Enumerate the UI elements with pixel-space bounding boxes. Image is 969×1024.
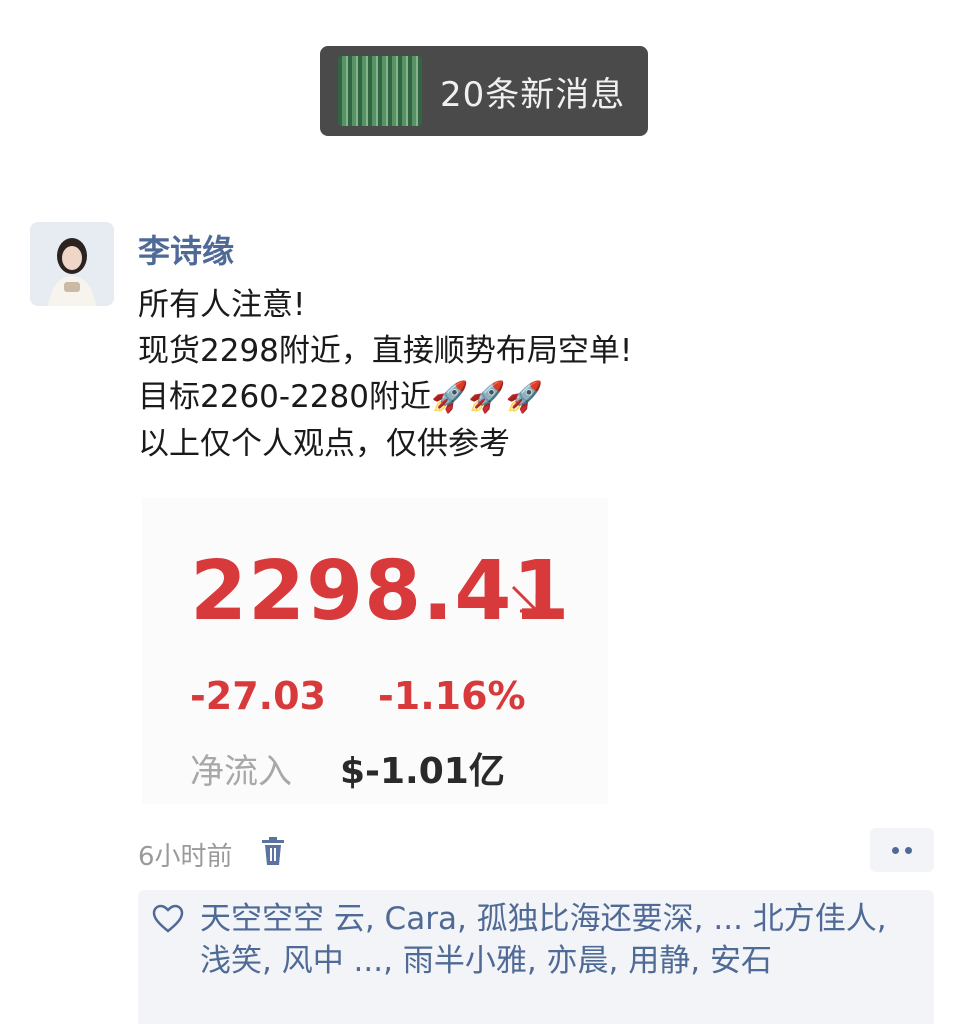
post-line: 所有人注意! [138, 287, 306, 323]
heart-icon [152, 904, 184, 933]
post-line: 以上仅个人观点，仅供参考 [138, 426, 510, 462]
rocket-emoji: 🚀🚀🚀 [430, 380, 544, 415]
author-name[interactable]: 李诗缘 [138, 226, 234, 272]
likes-box: 天空空空 云, Cara, 孤独比海还要深, ... 北方佳人, 浅笑, 风中 … [138, 890, 934, 1024]
net-inflow-value: $-1.01亿 [340, 751, 505, 792]
post-line: 现货2298附近，直接顺势布局空单! [138, 333, 633, 369]
change-percent: -1.16% [378, 674, 526, 718]
likers-list[interactable]: 天空空空 云, Cara, 孤独比海还要深, ... 北方佳人, 浅笑, 风中 … [200, 898, 920, 982]
more-dot [892, 846, 899, 854]
net-inflow-label: 净流入 [190, 752, 292, 792]
change-value: -27.03 [190, 674, 326, 718]
down-arrow-icon [511, 585, 539, 613]
quote-card[interactable]: 2298.41 -27.03 -1.16% 净流入 $-1.01亿 [142, 498, 608, 804]
more-button[interactable] [870, 828, 934, 872]
new-messages-toast[interactable]: 20条新消息 [320, 46, 648, 136]
toast-text: 20条新消息 [440, 74, 626, 115]
post-line: 目标2260-2280附近🚀🚀🚀 [138, 374, 778, 421]
post-time: 6小时前 [138, 842, 233, 872]
more-dot [905, 846, 912, 854]
toast-thumbnail [338, 56, 422, 126]
post-content: 所有人注意! 现货2298附近，直接顺势布局空单! 目标2260-2280附近🚀… [138, 282, 778, 467]
avatar[interactable] [30, 222, 114, 306]
post-line-text: 目标2260-2280附近 [138, 379, 431, 415]
trash-icon[interactable] [260, 836, 286, 866]
